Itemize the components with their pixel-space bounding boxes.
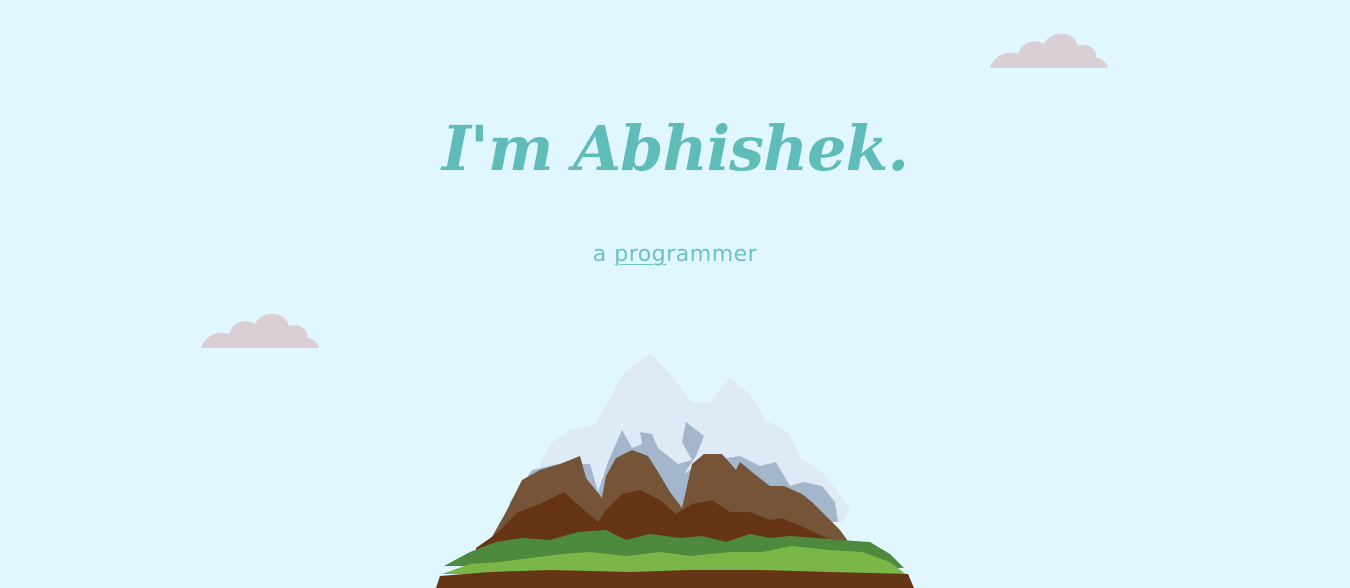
hero-title: I'm Abhishek. [441, 112, 909, 185]
cloud-icon [990, 33, 1108, 68]
mountain-illustration [436, 354, 914, 588]
subtitle-prefix: a [592, 242, 615, 267]
landing-page: I'm Abhishek. a programmer [0, 0, 1350, 588]
typed-text: prog [614, 242, 667, 267]
cloud-icon [201, 313, 319, 348]
hero-subtitle: a programmer [0, 242, 1350, 267]
subtitle-rest: rammer [666, 242, 758, 267]
mountain-soil [436, 570, 914, 588]
